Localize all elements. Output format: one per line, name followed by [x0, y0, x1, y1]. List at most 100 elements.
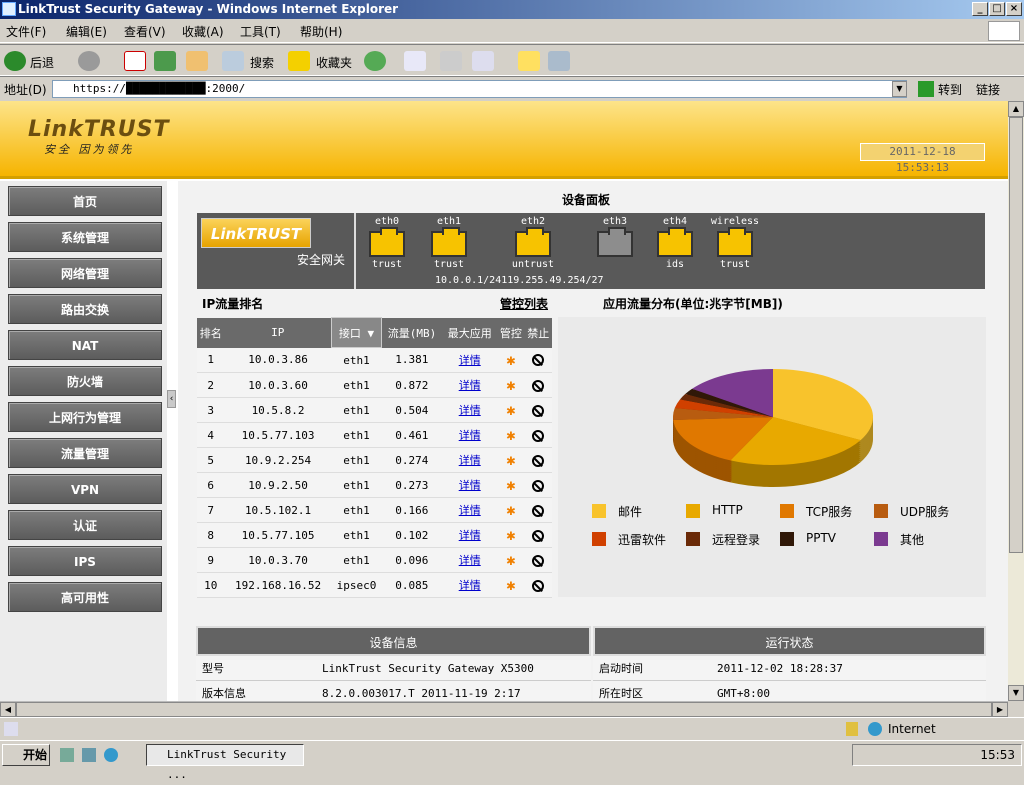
- address-dropdown-icon[interactable]: ▼: [892, 81, 907, 97]
- minimize-button[interactable]: _: [972, 2, 988, 16]
- menu-view[interactable]: 查看(V): [124, 23, 166, 40]
- menu-edit[interactable]: 编辑(E): [66, 23, 107, 40]
- sidebar-item-network[interactable]: 网络管理: [8, 258, 162, 288]
- control-list-link[interactable]: 管控列表: [500, 295, 548, 312]
- sidebar-item-system[interactable]: 系统管理: [8, 222, 162, 252]
- block-icon[interactable]: [532, 529, 545, 542]
- search-icon[interactable]: [222, 51, 244, 71]
- print-icon[interactable]: [440, 51, 462, 71]
- note-icon[interactable]: [518, 51, 540, 71]
- sidebar-item-traffic[interactable]: 流量管理: [8, 438, 162, 468]
- back-button[interactable]: 后退: [30, 54, 54, 71]
- detail-link[interactable]: 详情: [442, 372, 498, 398]
- port-eth3[interactable]: eth3: [587, 216, 643, 259]
- desktop-icon[interactable]: [60, 748, 74, 762]
- control-icon[interactable]: ✱: [506, 501, 515, 519]
- sidebar-item-behavior[interactable]: 上网行为管理: [8, 402, 162, 432]
- menu-favorites[interactable]: 收藏(A): [182, 23, 224, 40]
- control-icon[interactable]: ✱: [506, 426, 515, 444]
- ie-quicklaunch-icon[interactable]: [104, 748, 118, 762]
- refresh-icon[interactable]: [154, 51, 176, 71]
- control-icon[interactable]: ✱: [506, 376, 515, 394]
- sidebar-item-firewall[interactable]: 防火墙: [8, 366, 162, 396]
- block-icon[interactable]: [532, 429, 545, 442]
- close-button[interactable]: ×: [1006, 2, 1022, 16]
- history-icon[interactable]: [364, 51, 386, 71]
- detail-link[interactable]: 详情: [442, 447, 498, 473]
- hscroll-thumb[interactable]: [16, 702, 992, 717]
- detail-link[interactable]: 详情: [442, 422, 498, 448]
- sidebar-collapse-button[interactable]: ‹: [167, 390, 176, 408]
- port-eth4[interactable]: eth4 ids: [647, 216, 703, 270]
- go-arrow-icon[interactable]: [918, 81, 934, 97]
- detail-link[interactable]: 详情: [442, 572, 498, 598]
- block-icon[interactable]: [532, 379, 545, 392]
- sidebar-item-routing[interactable]: 路由交换: [8, 294, 162, 324]
- favorites-button[interactable]: 收藏夹: [316, 54, 352, 71]
- sidebar-item-nat[interactable]: NAT: [8, 330, 162, 360]
- port-wireless[interactable]: wireless trust: [707, 216, 763, 270]
- control-icon[interactable]: ✱: [506, 401, 515, 419]
- stop-icon[interactable]: [124, 51, 146, 71]
- col-interface-dropdown[interactable]: 接口 ▼: [331, 317, 382, 348]
- detail-link[interactable]: 详情: [442, 472, 498, 498]
- block-icon[interactable]: [532, 504, 545, 517]
- menu-file[interactable]: 文件(F): [6, 23, 46, 40]
- sidebar-item-vpn[interactable]: VPN: [8, 474, 162, 504]
- port-eth2[interactable]: eth2 untrust: [505, 216, 561, 270]
- messenger-icon[interactable]: [548, 51, 570, 71]
- address-input[interactable]: https://████████████:2000/: [52, 80, 907, 98]
- banner: LinkTRUST 安全 因为领先 2011-12-18 15:53:13: [0, 101, 1008, 179]
- detail-link[interactable]: 详情: [442, 497, 498, 523]
- scroll-right-icon[interactable]: ▶: [992, 702, 1008, 717]
- back-arrow-icon[interactable]: [4, 51, 26, 71]
- home-icon[interactable]: [186, 51, 208, 71]
- control-icon[interactable]: ✱: [506, 476, 515, 494]
- block-cell: [524, 572, 552, 598]
- forward-arrow-icon[interactable]: [78, 51, 100, 71]
- block-icon[interactable]: [532, 454, 545, 467]
- detail-link[interactable]: 详情: [442, 522, 498, 548]
- vertical-scrollbar[interactable]: ▲ ▼: [1008, 101, 1024, 701]
- ip-cell: 192.168.16.52: [224, 572, 332, 598]
- mail-icon[interactable]: [404, 51, 426, 71]
- scroll-thumb[interactable]: [1009, 117, 1023, 553]
- control-icon[interactable]: ✱: [506, 551, 515, 569]
- start-button[interactable]: 开始: [2, 744, 50, 766]
- block-icon[interactable]: [532, 404, 545, 417]
- block-icon[interactable]: [532, 554, 545, 567]
- rank-cell: 1: [197, 347, 225, 373]
- detail-link[interactable]: 详情: [442, 547, 498, 573]
- menu-tools[interactable]: 工具(T): [240, 23, 281, 40]
- explorer-icon[interactable]: [82, 748, 96, 762]
- sidebar-item-ips[interactable]: IPS: [8, 546, 162, 576]
- block-icon[interactable]: [532, 354, 545, 367]
- sidebar-item-home[interactable]: 首页: [8, 186, 162, 216]
- scroll-up-icon[interactable]: ▲: [1008, 101, 1024, 117]
- search-button[interactable]: 搜索: [250, 54, 274, 71]
- edit-icon[interactable]: [472, 51, 494, 71]
- sidebar-item-auth[interactable]: 认证: [8, 510, 162, 540]
- detail-link[interactable]: 详情: [442, 347, 498, 373]
- control-icon[interactable]: ✱: [506, 526, 515, 544]
- go-button[interactable]: 转到: [938, 81, 962, 98]
- maximize-button[interactable]: □: [989, 2, 1005, 16]
- scroll-down-icon[interactable]: ▼: [1008, 685, 1024, 701]
- menu-help[interactable]: 帮助(H): [300, 23, 342, 40]
- port-eth0[interactable]: eth0 trust: [359, 216, 415, 270]
- block-icon[interactable]: [532, 579, 545, 592]
- block-icon[interactable]: [532, 479, 545, 492]
- control-icon[interactable]: ✱: [506, 351, 515, 369]
- control-cell: ✱: [497, 422, 525, 448]
- links-button[interactable]: 链接: [976, 81, 1000, 98]
- favorites-star-icon[interactable]: [288, 51, 310, 71]
- horizontal-scrollbar[interactable]: ◀ ▶: [0, 701, 1008, 717]
- control-icon[interactable]: ✱: [506, 451, 515, 469]
- detail-link[interactable]: 详情: [442, 397, 498, 423]
- scroll-left-icon[interactable]: ◀: [0, 702, 16, 717]
- sidebar-item-ha[interactable]: 高可用性: [8, 582, 162, 612]
- control-icon[interactable]: ✱: [506, 576, 515, 594]
- taskbar-task-ie[interactable]: LinkTrust Security ...: [146, 744, 304, 781]
- port-eth1[interactable]: eth1 trust: [421, 216, 477, 270]
- table-row: 9 10.0.3.70 eth1 0.096 详情 ✱: [197, 547, 552, 573]
